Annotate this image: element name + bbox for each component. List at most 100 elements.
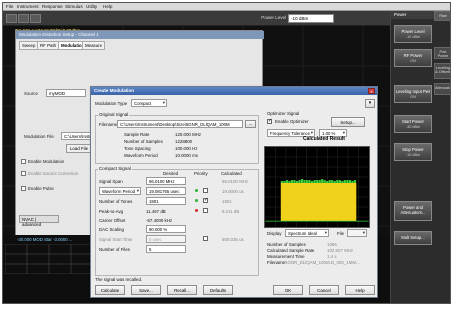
softkey-label: Power Level <box>401 29 425 34</box>
recall-button[interactable]: Recall... <box>167 285 197 295</box>
source-field[interactable]: myMOD <box>46 89 86 97</box>
menu-bar: File Instrument Response Stimulus Utilit… <box>3 3 450 11</box>
carrier-offset-label: Carrier Offset <box>99 218 126 223</box>
num-tones-field[interactable]: 1901 <box>146 197 186 205</box>
waveform-period-priority-checkbox[interactable] <box>203 188 208 193</box>
filename-field[interactable]: C:\Users\Instrument\Desktop\Size\5GNR_DL… <box>117 120 243 128</box>
menu-instrument[interactable]: Instrument <box>17 4 39 9</box>
signal-span-field[interactable]: 96.0100 MHz <box>146 177 186 185</box>
waveform-period-label: Waveform Period <box>124 153 158 158</box>
spectrum-peak <box>295 181 299 183</box>
power-level-field[interactable]: -10 dBm <box>288 14 334 23</box>
menu-stimulus[interactable]: Stimulus <box>65 4 83 9</box>
spectrum-peak <box>353 180 357 183</box>
toolbar: Power Level -10 dBm <box>3 11 390 26</box>
spectrum-peak <box>321 179 324 183</box>
chart-title: Calculated Result <box>303 136 345 142</box>
softkey-label: RF Power <box>403 53 423 58</box>
signal-span-label: Signal Span <box>99 179 123 184</box>
modulation-file-label: Modulation File <box>24 134 54 139</box>
menu-utility[interactable]: Utility <box>86 4 97 9</box>
sample-rate-label: Sample Rate <box>124 132 150 137</box>
modulation-type-label: Modulation Type <box>95 101 128 106</box>
spectrum-peak <box>308 180 311 183</box>
spectrum-peak <box>326 181 329 183</box>
calculate-button[interactable]: Calculate <box>95 285 125 295</box>
signal-span-calc: 96.0100 MHz <box>222 179 249 184</box>
dialog-menu-button[interactable]: ▾ <box>365 99 375 108</box>
side-tab-port-power[interactable]: Port Power <box>434 47 450 59</box>
tone-spacing-value: 100.000 Hz <box>175 146 198 151</box>
side-tab-leveling[interactable]: Leveling & Offsets <box>434 63 450 79</box>
spectrum-peak <box>316 180 319 183</box>
spectrum-peak <box>323 180 326 183</box>
dac-scaling-field[interactable]: 90.000 % <box>146 225 186 233</box>
softkey-value: -10 dBm <box>405 35 421 39</box>
file-select[interactable] <box>347 229 367 237</box>
waveform-period-value: 10.0000 ms <box>175 153 198 158</box>
signal-start-priority-checkbox[interactable] <box>203 236 208 241</box>
enable-optimizer-checkbox[interactable] <box>267 118 272 124</box>
tab-rf-path[interactable]: RF Path <box>37 41 60 50</box>
num-tones-priority-checkbox[interactable] <box>203 197 208 203</box>
toolbar-button-1[interactable] <box>6 14 17 23</box>
num-samples-value: 1228800 <box>175 139 193 144</box>
calc-samples-value: 1096 <box>327 242 337 247</box>
spectrum-peak <box>351 181 354 183</box>
softkey-label: Mult Setup... <box>401 235 425 240</box>
softkey-label: Power and Attenuators... <box>400 205 426 215</box>
save-button[interactable]: Save... <box>131 285 161 295</box>
help-button[interactable]: Help <box>345 285 375 295</box>
side-tab-attenuators[interactable]: Attenuators <box>434 83 450 95</box>
softkey-stop-power[interactable]: Stop Power -10 dBm <box>394 143 432 161</box>
softkey-value: ON <box>410 95 416 99</box>
browse-button[interactable]: ... <box>245 120 256 128</box>
softkey-label: Stop Power <box>402 147 424 152</box>
menu-help[interactable]: Help <box>103 4 112 9</box>
ok-button[interactable]: OK <box>273 285 303 295</box>
power-level-label: Power Level <box>261 15 286 20</box>
peak-to-avg-calc: 8.211 dB <box>222 209 240 214</box>
tab-sweep[interactable]: Sweep <box>19 41 39 50</box>
load-file-button[interactable]: Load File <box>66 144 92 153</box>
softkey-power-attenuators[interactable]: Power and Attenuators... <box>394 201 432 221</box>
enable-source-correction-checkbox[interactable] <box>21 171 26 176</box>
signal-start-time-field[interactable]: 0 usec <box>146 235 186 243</box>
nvac-status: NVAC | advanced <box>19 215 59 227</box>
spectrum-peak <box>293 180 296 183</box>
optimizer-setup-button[interactable]: Setup... <box>331 117 365 127</box>
peak-to-avg-priority-checkbox[interactable] <box>203 208 208 213</box>
cancel-button[interactable]: Cancel <box>309 285 339 295</box>
menu-response[interactable]: Response <box>42 4 63 9</box>
softkey-leveling[interactable]: Leveling Input Pwr ON <box>394 85 432 103</box>
spectrum-fill <box>280 183 357 222</box>
modulation-type-select[interactable]: Compact <box>131 99 167 107</box>
status-message: The signal was recalled. <box>95 277 143 282</box>
num-tones-label: Number of Tones <box>99 199 133 204</box>
compact-signal-title: Compact Signal <box>98 166 132 171</box>
tab-measure[interactable]: Measure <box>82 41 106 50</box>
defaults-button[interactable]: Defaults <box>203 285 233 295</box>
toolbar-button-2[interactable] <box>18 14 29 23</box>
softkey-mult-setup[interactable]: Mult Setup... <box>394 231 432 245</box>
softkey-rf-power[interactable]: RF Power ON <box>394 49 432 67</box>
toolbar-button-3[interactable] <box>30 14 41 23</box>
spectrum-chart <box>264 146 370 228</box>
waveform-period-select[interactable]: Waveform Period <box>99 187 141 195</box>
calc-filename-label: Filename <box>267 260 286 265</box>
status-dot-icon <box>195 209 198 212</box>
side-tab-rise[interactable]: Rise <box>434 11 450 21</box>
spectrum-peak <box>328 180 331 183</box>
softkey-start-power[interactable]: Start Power -30 dBm <box>394 115 432 133</box>
close-icon[interactable]: x <box>368 88 375 94</box>
enable-pulse-checkbox[interactable] <box>21 186 26 191</box>
menu-file[interactable]: File <box>6 4 13 9</box>
spectrum-peak <box>318 180 321 183</box>
num-files-field[interactable]: 5 <box>146 245 186 253</box>
display-label: Display <box>267 231 282 236</box>
enable-modulation-checkbox[interactable] <box>21 159 26 164</box>
spectrum-peak <box>336 180 339 183</box>
display-select[interactable]: Spectrum Ideal <box>285 229 329 237</box>
softkey-power-level[interactable]: Power Level -10 dBm <box>394 25 432 43</box>
waveform-period-field[interactable]: 19.081765 usec <box>146 187 186 195</box>
